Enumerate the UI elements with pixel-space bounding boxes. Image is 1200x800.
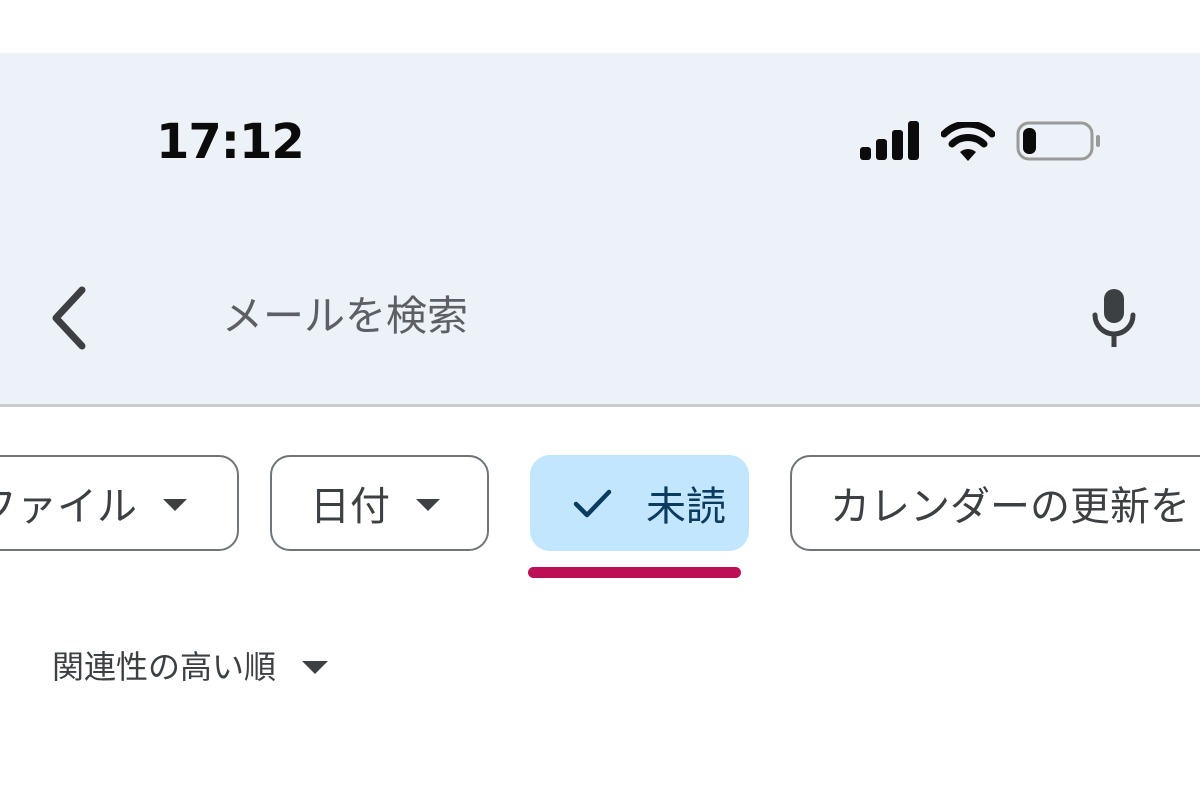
selected-chip-indicator (528, 567, 741, 578)
chevron-left-icon (52, 286, 86, 350)
chip-unread[interactable]: 未読 (530, 455, 749, 551)
chip-unread-label: 未読 (646, 484, 726, 530)
dropdown-caret-icon (302, 660, 329, 674)
wifi-icon (941, 122, 995, 161)
back-button[interactable] (36, 278, 100, 358)
chip-calendar-updates[interactable]: カレンダーの更新を (790, 455, 1200, 551)
sort-dropdown[interactable]: 関連性の高い順 (52, 640, 329, 690)
chip-calendar-updates-label: カレンダーの更新を (830, 484, 1190, 530)
cellular-signal-icon (860, 121, 919, 160)
sort-label: 関連性の高い順 (52, 648, 277, 686)
chip-attachment-label: ファイル (0, 484, 137, 530)
dropdown-caret-icon (163, 499, 187, 511)
battery-icon (1016, 121, 1100, 161)
gmail-search-screen: 17:12 ファイル 日付 (0, 0, 1200, 800)
chip-date[interactable]: 日付 (270, 455, 489, 551)
status-time: 17:12 (156, 114, 305, 170)
search-app-bar (0, 53, 1200, 407)
filter-chip-row: ファイル 日付 未読 カレンダーの更新を (0, 455, 1200, 555)
microphone-icon (1092, 289, 1136, 347)
chip-attachment[interactable]: ファイル (0, 455, 239, 551)
chip-date-label: 日付 (310, 484, 390, 530)
voice-search-button[interactable] (1078, 282, 1150, 354)
checkmark-icon (573, 489, 612, 518)
dropdown-caret-icon (416, 499, 440, 511)
search-input[interactable] (222, 284, 1042, 348)
